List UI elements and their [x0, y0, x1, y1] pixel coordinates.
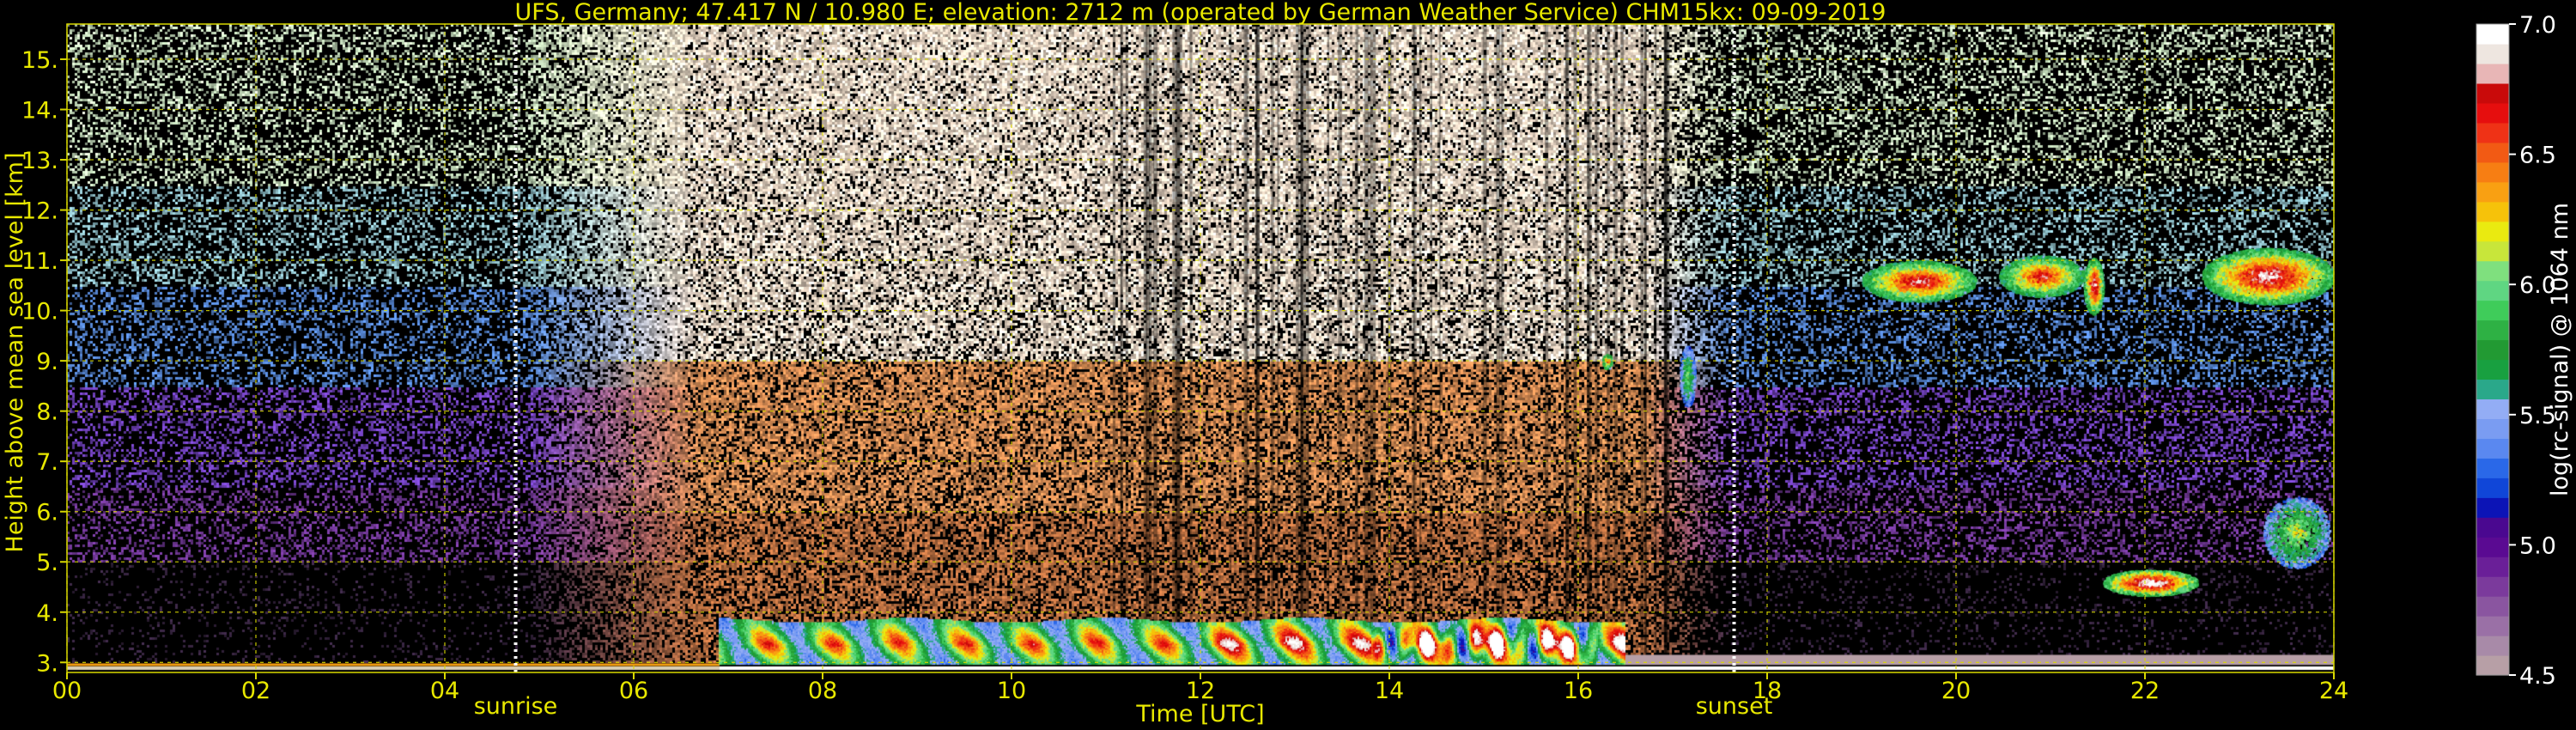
colorbar-swatch — [2476, 201, 2509, 222]
colorbar-swatch — [2476, 537, 2509, 557]
colorbar-swatch — [2476, 655, 2509, 676]
y-tick-label: 8. — [36, 399, 58, 426]
x-tick-label: 00 — [52, 678, 82, 704]
colorbar-swatch — [2476, 82, 2509, 104]
y-tick-label: 14. — [21, 97, 58, 124]
colorbar-swatch — [2476, 43, 2509, 64]
colorbar-swatch — [2476, 339, 2509, 361]
colorbar-swatch — [2476, 596, 2509, 617]
colorbar-swatch — [2476, 359, 2509, 380]
colorbar-swatch — [2476, 319, 2509, 341]
y-tick-label: 9. — [36, 349, 58, 375]
x-tick-label: 02 — [241, 678, 270, 704]
colorbar-swatch — [2476, 122, 2509, 143]
x-tick-label: 10 — [997, 678, 1026, 704]
sunrise-label: sunrise — [474, 693, 558, 720]
colorbar-swatch — [2476, 418, 2509, 439]
colorbar-swatch — [2476, 221, 2509, 242]
colorbar-swatch — [2476, 24, 2509, 45]
y-tick-label: 5. — [36, 550, 58, 576]
colorbar-tick-label: 7.0 — [2519, 12, 2556, 39]
colorbar-swatch — [2476, 102, 2509, 124]
x-tick-label: 16 — [1564, 678, 1593, 704]
ceilometer-chart: sunrise sunset 00 02 04 06 08 10 12 14 16 18 20 22 24… — [0, 0, 2576, 730]
x-tick-label: 20 — [1941, 678, 1971, 704]
colorbar-tick-label: 4.5 — [2519, 663, 2556, 690]
y-axis-label: Height above mean sea level [km] — [2, 153, 28, 553]
colorbar-swatch — [2476, 636, 2509, 656]
x-tick-label: 24 — [2319, 678, 2348, 704]
x-axis-label: Time [UTC] — [1135, 701, 1264, 727]
colorbar-swatch — [2476, 576, 2509, 597]
colorbar-swatch — [2476, 458, 2509, 478]
colorbar-swatch — [2476, 497, 2509, 518]
colorbar-tick-label: 6.5 — [2519, 143, 2556, 169]
colorbar-swatch — [2476, 438, 2509, 459]
colorbar-tick-label: 5.0 — [2519, 532, 2556, 559]
colorbar-swatch — [2476, 398, 2509, 419]
y-tick-label: 15. — [21, 47, 58, 74]
colorbar-swatch — [2476, 63, 2509, 84]
x-tick-label: 06 — [619, 678, 648, 704]
y-tick-label: 6. — [36, 500, 58, 526]
colorbar-swatch — [2476, 181, 2509, 203]
x-tick-label: 18 — [1753, 678, 1782, 704]
colorbar-swatch — [2476, 280, 2509, 301]
colorbar-swatch — [2476, 478, 2509, 498]
colorbar-swatch — [2476, 379, 2509, 400]
y-tick-label: 4. — [36, 600, 58, 627]
x-tick-label: 14 — [1375, 678, 1404, 704]
colorbar-swatch — [2476, 240, 2509, 262]
x-tick-label: 04 — [430, 678, 459, 704]
x-tick-label: 22 — [2130, 678, 2160, 704]
colorbar-swatch — [2476, 300, 2509, 321]
x-tick-label: 08 — [808, 678, 837, 704]
colorbar-swatch — [2476, 557, 2509, 577]
y-tick-label: 3. — [36, 650, 58, 677]
colorbar-swatch — [2476, 260, 2509, 282]
colorbar-swatch — [2476, 616, 2509, 636]
colorbar-swatch — [2476, 161, 2509, 183]
colorbar-label: log(rc-signal) @ 1064 nm — [2547, 203, 2573, 496]
colorbar-swatch — [2476, 142, 2509, 163]
y-tick-label: 7. — [36, 449, 58, 476]
colorbar-swatch — [2476, 517, 2509, 538]
chart-title: UFS, Germany; 47.417 N / 10.980 E; eleva… — [515, 0, 1886, 26]
